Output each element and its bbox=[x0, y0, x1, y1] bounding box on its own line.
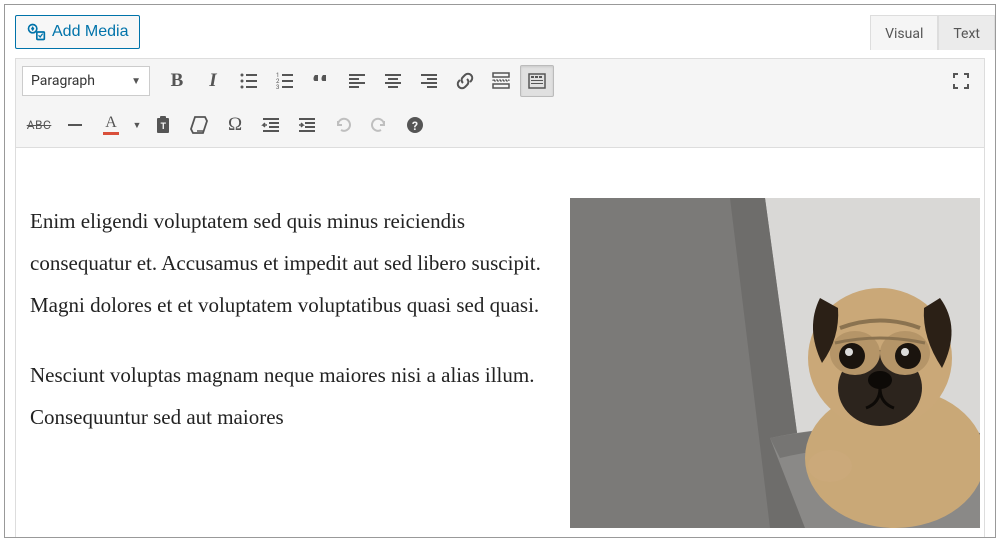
pug-image-icon bbox=[570, 198, 980, 528]
add-media-button[interactable]: Add Media bbox=[15, 15, 140, 49]
bold-button[interactable]: B bbox=[160, 65, 194, 97]
add-media-label: Add Media bbox=[52, 23, 129, 41]
paragraph-1: Enim eligendi voluptatem sed quis minus … bbox=[30, 200, 550, 326]
read-more-button[interactable] bbox=[484, 65, 518, 97]
format-select[interactable]: Paragraph ▼ bbox=[22, 66, 150, 96]
numbered-list-button[interactable]: 123 bbox=[268, 65, 302, 97]
svg-text:3: 3 bbox=[276, 84, 279, 91]
fullscreen-button[interactable] bbox=[944, 65, 978, 97]
format-select-value: Paragraph bbox=[31, 73, 95, 89]
tab-visual[interactable]: Visual bbox=[870, 15, 938, 50]
tab-text[interactable]: Text bbox=[938, 15, 995, 50]
horizontal-rule-button[interactable] bbox=[58, 109, 92, 141]
italic-button[interactable]: I bbox=[196, 65, 230, 97]
text-color-button[interactable]: A bbox=[94, 109, 128, 141]
toolbar-toggle-button[interactable] bbox=[520, 65, 554, 97]
align-right-button[interactable] bbox=[412, 65, 446, 97]
media-icon bbox=[26, 22, 46, 42]
outdent-button[interactable] bbox=[254, 109, 288, 141]
align-center-button[interactable] bbox=[376, 65, 410, 97]
help-button[interactable]: ? bbox=[398, 109, 432, 141]
indent-button[interactable] bbox=[290, 109, 324, 141]
align-left-button[interactable] bbox=[340, 65, 374, 97]
text-color-dropdown[interactable]: ▼ bbox=[130, 120, 144, 131]
paste-text-button[interactable]: T bbox=[146, 109, 180, 141]
svg-text:?: ? bbox=[412, 119, 418, 133]
editor-content[interactable]: Enim eligendi voluptatem sed quis minus … bbox=[15, 148, 985, 538]
undo-button[interactable] bbox=[326, 109, 360, 141]
chevron-down-icon: ▼ bbox=[131, 76, 141, 87]
svg-text:T: T bbox=[161, 122, 167, 132]
link-button[interactable] bbox=[448, 65, 482, 97]
editor-toolbar: Paragraph ▼ B I 123 bbox=[15, 58, 985, 148]
redo-button[interactable] bbox=[362, 109, 396, 141]
content-image[interactable] bbox=[570, 198, 980, 528]
special-character-button[interactable]: Ω bbox=[218, 109, 252, 141]
paragraph-2: Nesciunt voluptas magnam neque maiores n… bbox=[30, 354, 550, 438]
bullet-list-button[interactable] bbox=[232, 65, 266, 97]
strikethrough-button[interactable]: ABC bbox=[22, 109, 56, 141]
blockquote-button[interactable] bbox=[304, 65, 338, 97]
editor-tabs: Visual Text bbox=[870, 15, 995, 50]
content-text[interactable]: Enim eligendi voluptatem sed quis minus … bbox=[30, 200, 550, 528]
clear-formatting-button[interactable] bbox=[182, 109, 216, 141]
